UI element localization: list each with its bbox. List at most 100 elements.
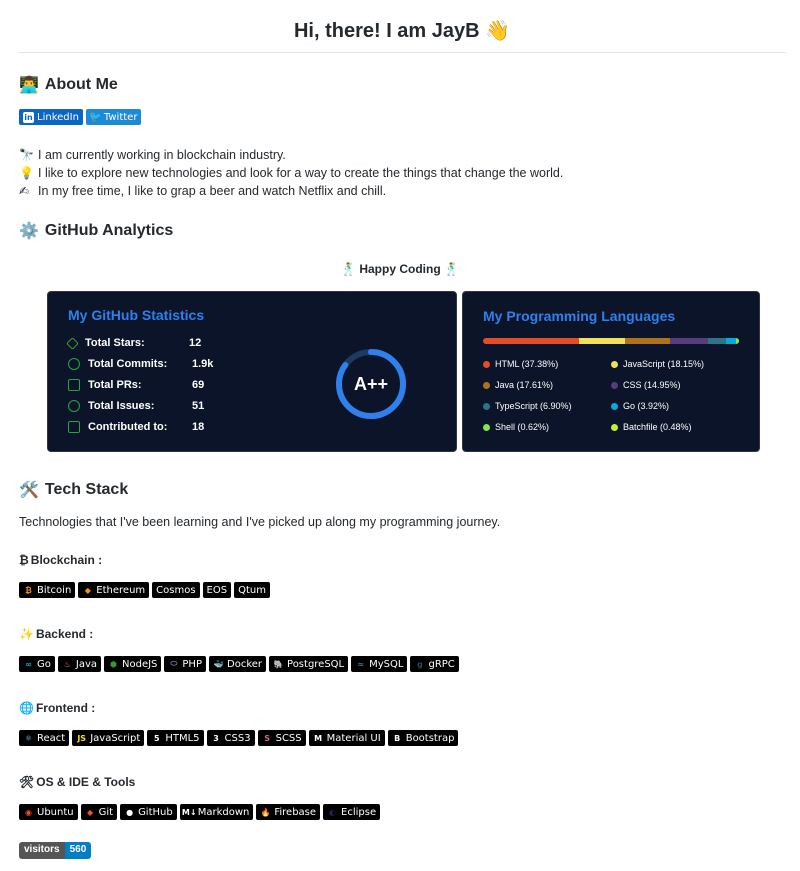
language-legend-item: Go (3.92%) [611,401,669,411]
tech-badge-icon: B [394,733,401,743]
analytics-heading-text: GitHub Analytics [44,221,174,239]
tech-badge: S SCSS [257,730,306,746]
tech-badge-row: ∞ Go ♨ Java ⬢ NodeJS ⬭ PHP 🐳 Docker 🐘 PostgreSQL ≈ My… [19,656,459,672]
about-line: ✍ In my free time, I like to grap a beer… [19,182,563,200]
language-bar-segment [670,338,709,344]
language-legend-label: Go (3.92%) [623,401,670,411]
tech-badge: Cosmos [152,582,200,598]
tech-badge-icon: 5 [154,733,160,743]
language-legend-label: CSS (14.95%) [623,380,681,390]
hammer-wrench-icon: 🛠️ [19,480,39,499]
about-text: 🔭 I am currently working in blockchain i… [19,146,563,200]
linkedin-icon: in [23,111,34,123]
pull-request-icon [68,379,80,391]
about-line-text: I am currently working in blockchain ind… [38,148,286,162]
language-legend-item: JavaScript (18.15%) [611,359,704,369]
languages-card-title: My Programming Languages [483,308,676,324]
tech-badge-label: Java [75,658,97,670]
tech-group-label: 🛠 OS & IDE & Tools [19,775,135,789]
tech-badge-row: ◉ Ubuntu ◆ Git ● GitHub M↓ Markdown 🔥 Firebase ◐ Ec… [19,804,381,820]
tech-badge: JS JavaScript [72,730,145,746]
stat-label: Total Issues: [88,400,155,412]
github-stats-card[interactable]: My GitHub Statistics Total Stars: 12 Tot… [47,291,457,452]
tech-badge-label: JavaScript [90,732,141,744]
tech-badge-label: Firebase [274,806,317,818]
tech-badge-icon: M↓ [181,807,197,817]
visitors-label: visitors [19,842,65,859]
tech-badge: g gRPC [410,656,459,672]
language-color-dot [483,360,490,368]
tech-badge-label: Bootstrap [405,732,455,744]
waving-hand-icon: 👋 [485,18,511,42]
tech-badge: 🐘 PostgreSQL [269,656,349,672]
language-bar-segment [708,338,727,344]
tech-badge-icon: ∞ [25,659,32,669]
tech-badge-icon: S [264,733,270,743]
tech-badge-icon: 🔥 [260,807,271,817]
star-icon [66,336,79,350]
tech-badge: 5 HTML5 [147,730,204,746]
tech-badge-label: gRPC [428,658,455,670]
stat-value: 18 [192,421,205,433]
tech-badge-icon: ⚛ [24,733,33,743]
tech-badge-label: Docker [227,658,263,670]
language-legend-label: Java (17.61%) [495,380,554,390]
page-title: Hi, there! I am JayB 👋 [18,18,786,53]
language-color-dot [611,402,618,410]
twitter-icon: 🐦 [89,111,102,123]
tech-badge-icon: ♨ [63,659,71,669]
technologist-icon: 👨‍💻 [19,75,39,94]
language-legend-item: TypeScript (6.90%) [483,401,572,411]
about-heading-text: About Me [44,75,118,93]
tech-group-label: ✨ Backend : [19,627,93,641]
tech-badge: ◉ Ubuntu [19,804,78,820]
twitter-badge[interactable]: 🐦 Twitter [85,109,142,125]
tech-intro: Technologies that I've been learning and… [19,515,501,529]
tech-badge-icon: g [417,659,423,669]
about-line-text: I like to explore new technologies and l… [38,166,564,180]
tech-badge: ∞ Go [19,656,55,672]
tech-group-label-text: Frontend : [35,701,96,715]
tech-badge: ◆ Git [80,804,118,820]
language-color-dot [611,360,618,368]
linkedin-label: LinkedIn [37,111,79,123]
linkedin-badge[interactable]: in LinkedIn [19,109,83,125]
language-bar-segment [483,338,579,344]
tech-group-label: ₿ Blockchain : [19,553,102,567]
tech-badge-icon: ₿ [25,585,32,595]
stat-value: 1.9k [192,358,214,370]
tech-badge: ● GitHub [120,804,177,820]
tech-badge-icon: 🐳 [213,659,224,669]
tech-badge: 3 CSS3 [206,730,255,746]
tech-group-icon: 🛠 [19,775,35,789]
language-legend-label: HTML (37.38%) [495,359,559,369]
writing-hand-icon: ✍ [19,184,30,198]
tech-badge: M↓ Markdown [179,804,254,820]
language-bar-segment [737,338,739,344]
language-legend-item: Java (17.61%) [483,380,553,390]
social-links: in LinkedIn 🐦 Twitter [19,109,142,125]
tech-badge-label: Go [37,658,51,670]
language-color-dot [483,402,490,410]
tech-badge-row: ⚛ React JS JavaScript 5 HTML5 3 CSS3 S SCSS M Mater… [19,730,459,746]
tech-badge-label: Qtum [238,584,266,596]
light-bulb-icon: 💡 [19,166,34,180]
tech-badge: EOS [202,582,232,598]
language-legend-item: HTML (37.38%) [483,359,558,369]
dancer-icon: 🕺 [444,262,459,276]
tech-badge-label: PostgreSQL [287,658,345,670]
dancer-icon: 🕺 [341,262,356,276]
languages-card[interactable]: My Programming Languages HTML (37.38%) Ja… [462,291,760,452]
stat-label: Total Commits: [88,358,168,370]
tech-badge-icon: ⬭ [170,659,178,668]
stat-row: Contributed to: 18 [68,421,204,433]
twitter-label: Twitter [103,111,138,123]
stat-label: Contributed to: [88,421,168,433]
tech-badge-label: Markdown [197,806,250,818]
language-legend-label: JavaScript (18.15%) [623,359,705,369]
tech-badge: ⬢ NodeJS [104,656,162,672]
tech-badge-label: NodeJS [122,658,158,670]
tech-badge-icon: ◆ [87,807,94,817]
tech-badge-icon: ◆ [84,585,91,595]
tagline-text: Happy Coding [359,262,441,276]
